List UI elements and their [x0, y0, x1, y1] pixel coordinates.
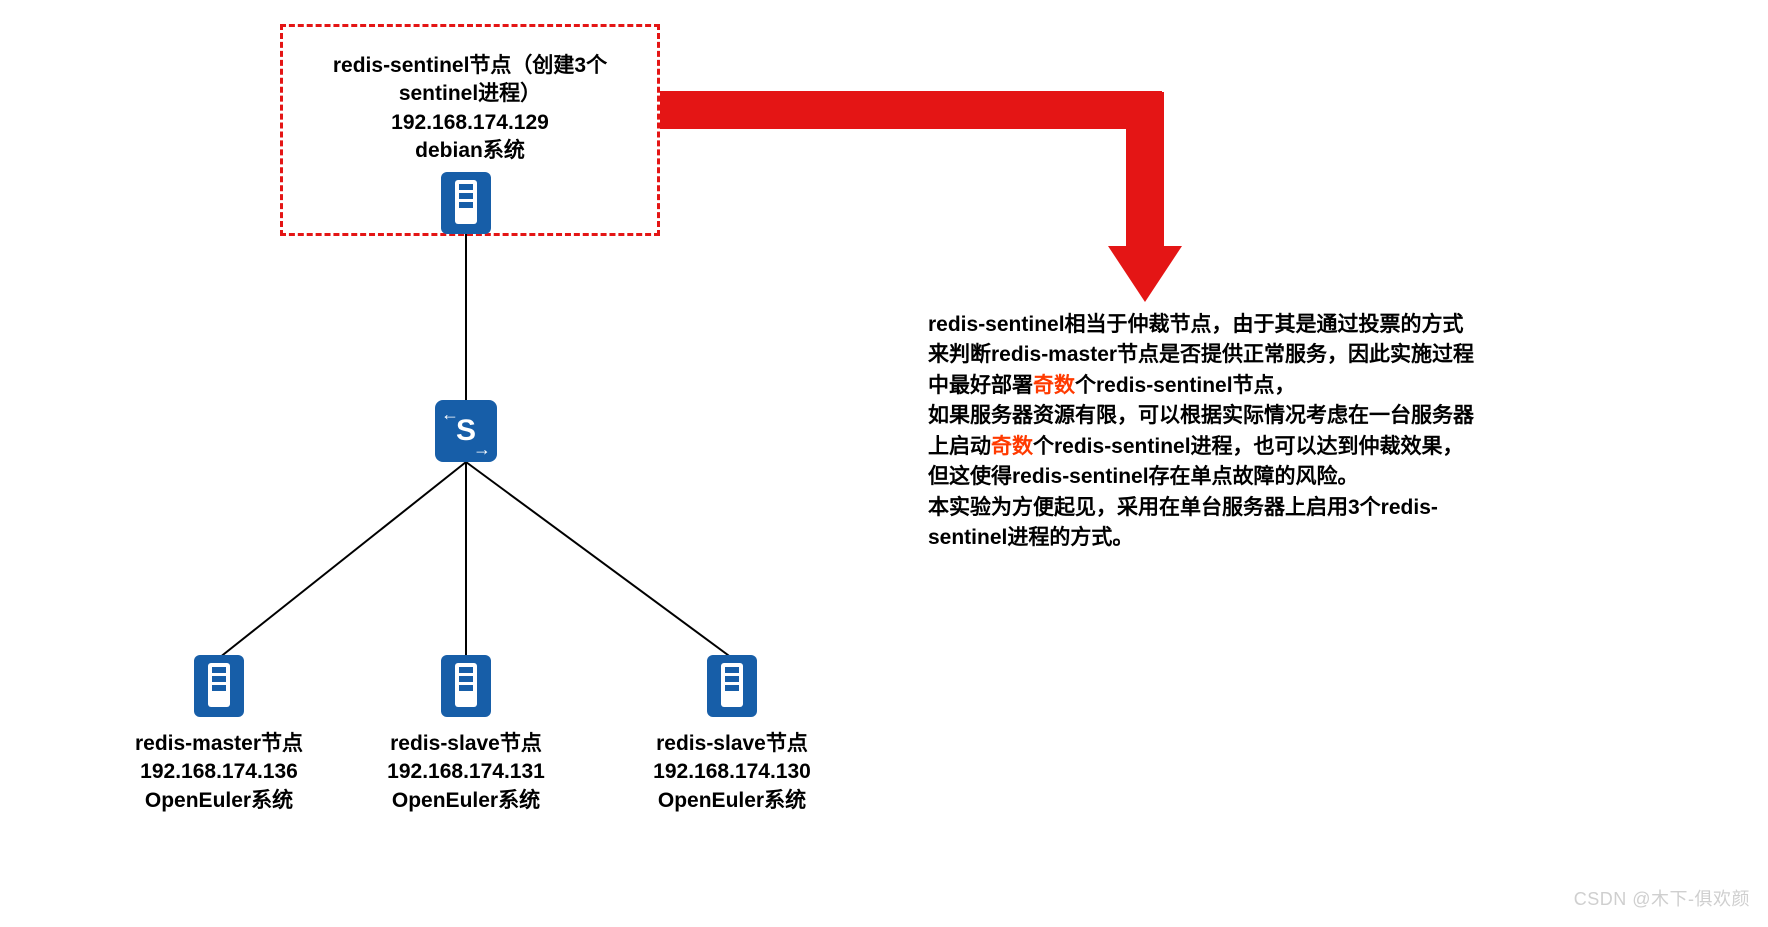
master-title: redis-master节点 [135, 732, 303, 755]
slave2-os: OpenEuler系统 [658, 789, 806, 812]
master-os: OpenEuler系统 [145, 789, 293, 812]
slave2-ip: 192.168.174.130 [653, 760, 811, 783]
explain-odd1: 奇数 [1033, 374, 1075, 397]
slave1-ip: 192.168.174.131 [387, 760, 545, 783]
sentinel-os: debian系统 [415, 139, 525, 162]
slave1-os: OpenEuler系统 [392, 789, 540, 812]
explain-p1b: 个redis-sentinel节点， [1075, 374, 1296, 397]
master-label: redis-master节点 192.168.174.136 OpenEuler… [89, 730, 349, 815]
explanation-text: redis-sentinel相当于仲裁节点，由于其是通过投票的方式来判断redi… [928, 310, 1478, 554]
sentinel-ip: 192.168.174.129 [391, 111, 549, 134]
diagram-root: redis-sentinel节点（创建3个sentinel进程） 192.168… [0, 0, 1768, 927]
sentinel-label: redis-sentinel节点（创建3个sentinel进程） 192.168… [300, 52, 640, 165]
red-arrow [660, 92, 1182, 302]
master-ip: 192.168.174.136 [140, 760, 298, 783]
server-icon-sentinel [441, 172, 491, 234]
server-icon-slave1 [441, 655, 491, 717]
slave2-title: redis-slave节点 [656, 732, 808, 755]
watermark: CSDN @木下-俱欢颜 [1574, 885, 1750, 911]
explain-odd2: 奇数 [991, 435, 1033, 458]
switch-icon: ← S → [435, 400, 497, 462]
server-icon-slave2 [707, 655, 757, 717]
sentinel-title: redis-sentinel节点（创建3个sentinel进程） [333, 54, 607, 105]
slave1-label: redis-slave节点 192.168.174.131 OpenEuler系… [336, 730, 596, 815]
arrow-right-icon: → [473, 439, 491, 460]
explain-p3: 本实验为方便起见，采用在单台服务器上启用3个redis-sentinel进程的方… [928, 496, 1438, 549]
slave2-label: redis-slave节点 192.168.174.130 OpenEuler系… [602, 730, 862, 815]
slave1-title: redis-slave节点 [390, 732, 542, 755]
server-icon-master [194, 655, 244, 717]
